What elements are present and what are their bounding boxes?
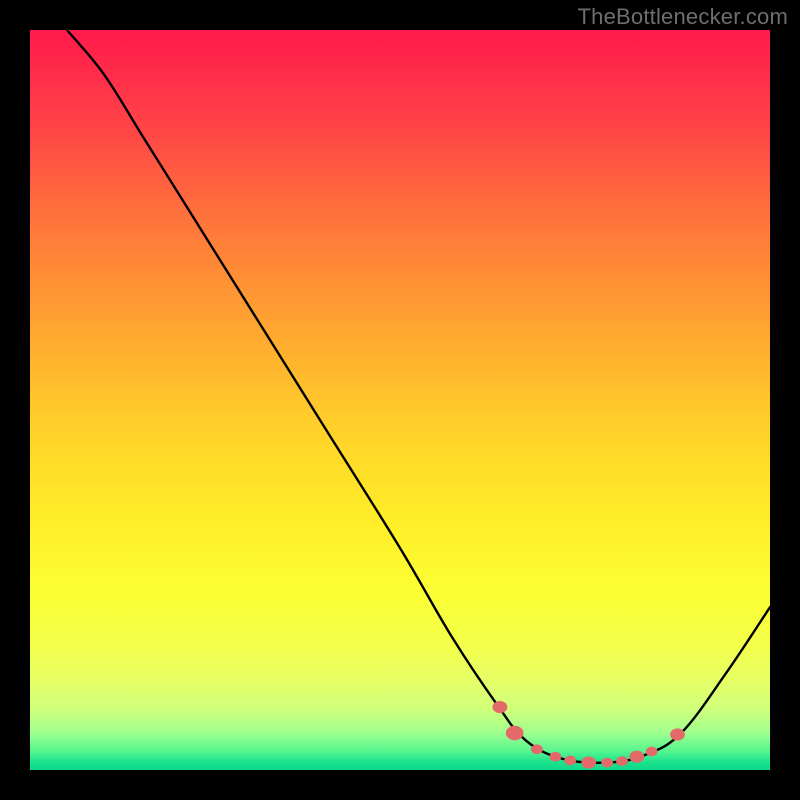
curve-marker bbox=[531, 744, 543, 754]
curve-marker bbox=[646, 747, 658, 757]
curve-marker bbox=[506, 726, 524, 741]
watermark-label: TheBottlenecker.com bbox=[578, 4, 788, 30]
curve-marker bbox=[564, 756, 576, 766]
marker-group bbox=[493, 701, 685, 769]
bottleneck-curve bbox=[67, 30, 770, 763]
curve-marker bbox=[493, 701, 508, 713]
curve-layer bbox=[30, 30, 770, 770]
plot-area bbox=[30, 30, 770, 770]
curve-marker bbox=[601, 758, 613, 768]
curve-marker bbox=[670, 728, 685, 740]
curve-marker bbox=[616, 756, 628, 766]
chart-container: TheBottlenecker.com bbox=[0, 0, 800, 800]
curve-marker bbox=[629, 751, 644, 763]
curve-marker bbox=[581, 757, 596, 769]
curve-marker bbox=[549, 752, 561, 762]
